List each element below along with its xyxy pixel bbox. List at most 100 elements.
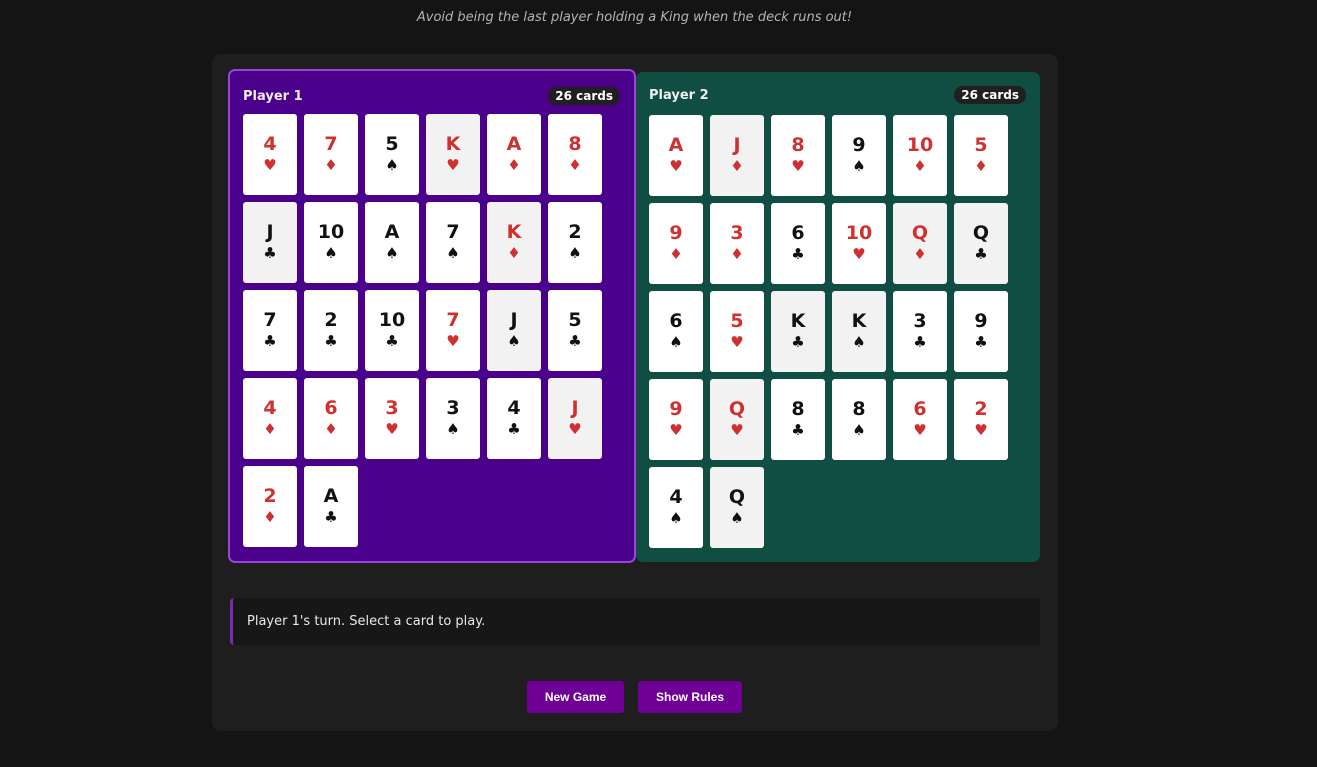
show-rules-button[interactable]: Show Rules bbox=[638, 681, 742, 713]
playing-card[interactable]: 6 ♠ bbox=[649, 291, 703, 372]
card-suit-icon: ♣ bbox=[324, 507, 338, 526]
playing-card[interactable]: 7 ♦ bbox=[304, 114, 358, 195]
playing-card[interactable]: A ♥ bbox=[649, 115, 703, 196]
playing-card[interactable]: J ♣ bbox=[243, 202, 297, 283]
new-game-button[interactable]: New Game bbox=[527, 681, 624, 713]
playing-card[interactable]: K ♦ bbox=[487, 202, 541, 283]
playing-card[interactable]: 10 ♥ bbox=[832, 203, 886, 284]
card-suit-icon: ♥ bbox=[730, 420, 744, 439]
playing-card[interactable]: 5 ♦ bbox=[954, 115, 1008, 196]
card-suit-icon: ♠ bbox=[385, 243, 399, 262]
playing-card[interactable]: 6 ♥ bbox=[893, 379, 947, 460]
playing-card[interactable]: 4 ♥ bbox=[243, 114, 297, 195]
playing-card[interactable]: K ♥ bbox=[426, 114, 480, 195]
playing-card[interactable]: A ♣ bbox=[304, 466, 358, 547]
playing-card[interactable]: 8 ♦ bbox=[548, 114, 602, 195]
playing-card[interactable]: 9 ♠ bbox=[832, 115, 886, 196]
playing-card[interactable]: A ♦ bbox=[487, 114, 541, 195]
card-rank: K bbox=[445, 132, 461, 155]
playing-card[interactable]: 5 ♣ bbox=[548, 290, 602, 371]
player-1-panel: Player 1 26 cards 4 ♥ 7 ♦ 5 ♠ K ♥ A ♦ 8 ♦ J ♣ 10 ♠ A ♠ 7 ♠ K… bbox=[228, 69, 636, 563]
playing-card[interactable]: J ♥ bbox=[548, 378, 602, 459]
card-suit-icon: ♥ bbox=[669, 156, 683, 175]
playing-card[interactable]: J ♠ bbox=[487, 290, 541, 371]
card-suit-icon: ♠ bbox=[507, 331, 521, 350]
playing-card[interactable]: 9 ♦ bbox=[649, 203, 703, 284]
playing-card[interactable]: 7 ♣ bbox=[243, 290, 297, 371]
playing-card[interactable]: A ♠ bbox=[365, 202, 419, 283]
card-suit-icon: ♠ bbox=[852, 332, 866, 351]
card-suit-icon: ♦ bbox=[974, 156, 988, 175]
player-2-hand: A ♥ J ♦ 8 ♥ 9 ♠ 10 ♦ 5 ♦ 9 ♦ 3 ♦ 6 ♣ 10 ♥ Q ♦ Q ♣ 6 ♠ 5 ♥ K ♣ K ♠ 3 ♣ 9 ♣ 9 ♥… bbox=[649, 115, 1008, 548]
playing-card[interactable]: 9 ♥ bbox=[649, 379, 703, 460]
player-2-name: Player 2 bbox=[649, 87, 709, 103]
card-rank: 10 bbox=[317, 220, 345, 243]
playing-card[interactable]: 3 ♠ bbox=[426, 378, 480, 459]
card-suit-icon: ♠ bbox=[669, 508, 683, 527]
playing-card[interactable]: Q ♠ bbox=[710, 467, 764, 548]
playing-card[interactable]: 2 ♣ bbox=[304, 290, 358, 371]
card-rank: 4 bbox=[263, 132, 277, 155]
playing-card[interactable]: 3 ♥ bbox=[365, 378, 419, 459]
playing-card[interactable]: 8 ♥ bbox=[771, 115, 825, 196]
card-suit-icon: ♠ bbox=[446, 419, 460, 438]
playing-card[interactable]: 5 ♠ bbox=[365, 114, 419, 195]
card-rank: Q bbox=[972, 221, 990, 244]
card-rank: 8 bbox=[568, 132, 582, 155]
card-rank: 9 bbox=[974, 309, 988, 332]
card-rank: 4 bbox=[507, 396, 521, 419]
playing-card[interactable]: 8 ♣ bbox=[771, 379, 825, 460]
playing-card[interactable]: 8 ♠ bbox=[832, 379, 886, 460]
card-rank: 5 bbox=[568, 308, 582, 331]
card-suit-icon: ♣ bbox=[791, 244, 805, 263]
playing-card[interactable]: 2 ♥ bbox=[954, 379, 1008, 460]
playing-card[interactable]: 2 ♦ bbox=[243, 466, 297, 547]
card-rank: J bbox=[733, 133, 741, 156]
playing-card[interactable]: K ♣ bbox=[771, 291, 825, 372]
card-rank: 2 bbox=[324, 308, 338, 331]
player-1-hand: 4 ♥ 7 ♦ 5 ♠ K ♥ A ♦ 8 ♦ J ♣ 10 ♠ A ♠ 7 ♠ K ♦ 2 ♠ 7 ♣ 2 ♣ 10 ♣ 7 ♥ J ♠ 5 ♣ 4 ♦… bbox=[243, 114, 602, 547]
playing-card[interactable]: 4 ♦ bbox=[243, 378, 297, 459]
card-rank: 6 bbox=[791, 221, 805, 244]
playing-card[interactable]: Q ♥ bbox=[710, 379, 764, 460]
card-suit-icon: ♥ bbox=[913, 420, 927, 439]
card-rank: 6 bbox=[913, 397, 927, 420]
card-rank: 8 bbox=[791, 133, 805, 156]
card-rank: K bbox=[851, 309, 867, 332]
playing-card[interactable]: 2 ♠ bbox=[548, 202, 602, 283]
card-rank: 2 bbox=[263, 484, 277, 507]
card-rank: 5 bbox=[385, 132, 399, 155]
card-suit-icon: ♣ bbox=[324, 331, 338, 350]
playing-card[interactable]: 3 ♣ bbox=[893, 291, 947, 372]
game-subtitle: Avoid being the last player holding a Ki… bbox=[416, 10, 853, 25]
card-suit-icon: ♠ bbox=[385, 155, 399, 174]
card-suit-icon: ♦ bbox=[913, 156, 927, 175]
playing-card[interactable]: 5 ♥ bbox=[710, 291, 764, 372]
playing-card[interactable]: 6 ♦ bbox=[304, 378, 358, 459]
card-rank: 5 bbox=[974, 133, 988, 156]
playing-card[interactable]: 7 ♥ bbox=[426, 290, 480, 371]
playing-card[interactable]: 10 ♣ bbox=[365, 290, 419, 371]
playing-card[interactable]: 4 ♣ bbox=[487, 378, 541, 459]
card-rank: 3 bbox=[730, 221, 744, 244]
card-rank: Q bbox=[728, 485, 746, 508]
playing-card[interactable]: Q ♦ bbox=[893, 203, 947, 284]
card-suit-icon: ♠ bbox=[669, 332, 683, 351]
status-message: Player 1's turn. Select a card to play. bbox=[230, 598, 1040, 645]
card-rank: 8 bbox=[791, 397, 805, 420]
card-suit-icon: ♣ bbox=[791, 420, 805, 439]
playing-card[interactable]: J ♦ bbox=[710, 115, 764, 196]
playing-card[interactable]: 7 ♠ bbox=[426, 202, 480, 283]
card-rank: A bbox=[384, 220, 400, 243]
playing-card[interactable]: 10 ♦ bbox=[893, 115, 947, 196]
playing-card[interactable]: Q ♣ bbox=[954, 203, 1008, 284]
playing-card[interactable]: 9 ♣ bbox=[954, 291, 1008, 372]
playing-card[interactable]: K ♠ bbox=[832, 291, 886, 372]
card-rank: 4 bbox=[263, 396, 277, 419]
card-rank: Q bbox=[911, 221, 929, 244]
card-suit-icon: ♦ bbox=[324, 419, 338, 438]
playing-card[interactable]: 6 ♣ bbox=[771, 203, 825, 284]
playing-card[interactable]: 3 ♦ bbox=[710, 203, 764, 284]
playing-card[interactable]: 10 ♠ bbox=[304, 202, 358, 283]
playing-card[interactable]: 4 ♠ bbox=[649, 467, 703, 548]
